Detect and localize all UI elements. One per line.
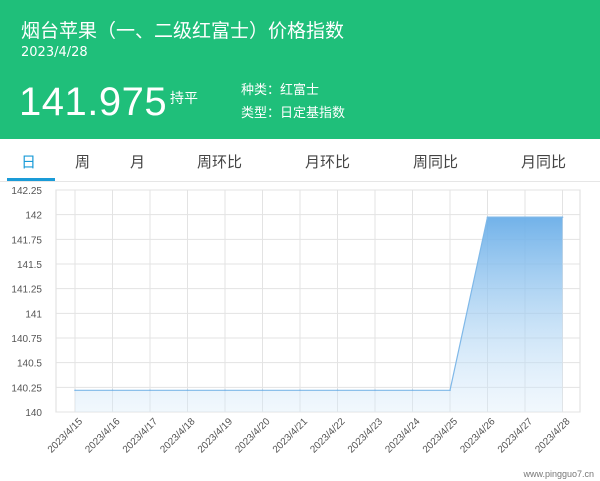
x-tick-label: 2023/4/21 [271, 416, 311, 456]
data-point [149, 389, 151, 392]
x-axis-ticks: 2023/4/152023/4/162023/4/172023/4/182023… [46, 416, 573, 456]
date-label: 2023/4/28 [21, 45, 88, 60]
x-tick-label: 2023/4/20 [233, 416, 273, 456]
y-tick-label: 140.5 [17, 359, 42, 370]
category-value: 红富士 [280, 83, 320, 98]
watermark: www.pingguo7.cn [522, 469, 594, 479]
data-point [224, 389, 226, 392]
x-tick-label: 2023/4/28 [533, 416, 573, 456]
tab-month-mom[interactable]: 月环比 [305, 151, 350, 172]
x-tick-label: 2023/4/24 [383, 416, 423, 456]
y-tick-label: 141.75 [11, 235, 42, 246]
data-point [411, 389, 414, 392]
y-tick-label: 140 [25, 408, 42, 419]
data-point [111, 389, 114, 392]
x-tick-label: 2023/4/22 [308, 416, 348, 456]
page-title: 烟台苹果（一、二级红富士）价格指数 [21, 20, 345, 42]
x-tick-label: 2023/4/23 [346, 416, 386, 456]
tab-week-yoy[interactable]: 周同比 [413, 151, 458, 172]
data-point [261, 389, 264, 392]
data-point [561, 216, 564, 218]
data-point [186, 389, 189, 392]
y-axis-ticks: 140 140.25 140.5 140.75 141 141.25 141.5 141.75… [11, 186, 42, 419]
tab-week-mom[interactable]: 周环比 [197, 151, 242, 172]
x-tick-label: 2023/4/19 [196, 416, 236, 456]
x-tick-label: 2023/4/25 [421, 416, 461, 456]
y-tick-label: 140.25 [11, 383, 42, 394]
header: 烟台苹果（一、二级红富士）价格指数 2023/4/28 141.975 持平 种… [0, 0, 600, 139]
series-area [75, 217, 563, 412]
y-tick-label: 140.75 [11, 334, 42, 345]
data-point [336, 389, 339, 392]
price-value: 141.975 [19, 80, 168, 124]
data-point [449, 389, 451, 392]
change-label: 持平 [170, 91, 198, 107]
y-tick-label: 141.5 [17, 260, 42, 271]
type-value: 日定基指数 [280, 106, 346, 121]
data-point [299, 389, 301, 392]
x-tick-label: 2023/4/15 [46, 416, 86, 456]
category-label: 种类： [241, 83, 281, 98]
type-info: 类型：日定基指数 [241, 102, 345, 121]
tab-month-yoy[interactable]: 月同比 [521, 151, 566, 172]
y-tick-label: 141.25 [11, 285, 42, 296]
x-tick-label: 2023/4/27 [496, 416, 536, 456]
tab-month[interactable]: 月 [130, 151, 145, 172]
x-tick-label: 2023/4/16 [83, 416, 123, 456]
data-point [74, 389, 76, 392]
data-point [486, 216, 489, 218]
price-chart: 140 140.25 140.5 140.75 141 141.25 141.5 141.75… [11, 186, 594, 479]
tab-day[interactable]: 日 [21, 151, 36, 172]
data-point [524, 216, 526, 218]
tab-week[interactable]: 周 [75, 151, 90, 172]
y-tick-label: 142.25 [11, 186, 42, 197]
data-point [374, 389, 376, 392]
y-tick-label: 142 [25, 211, 42, 222]
x-tick-label: 2023/4/18 [158, 416, 198, 456]
y-tick-label: 141 [25, 309, 42, 320]
x-tick-label: 2023/4/17 [121, 416, 161, 456]
category-info: 种类：红富士 [241, 79, 319, 98]
period-tabs: 日 周 月 周环比 月环比 周同比 月同比 [0, 139, 600, 182]
type-label: 类型： [241, 106, 281, 121]
x-tick-label: 2023/4/26 [458, 416, 498, 456]
